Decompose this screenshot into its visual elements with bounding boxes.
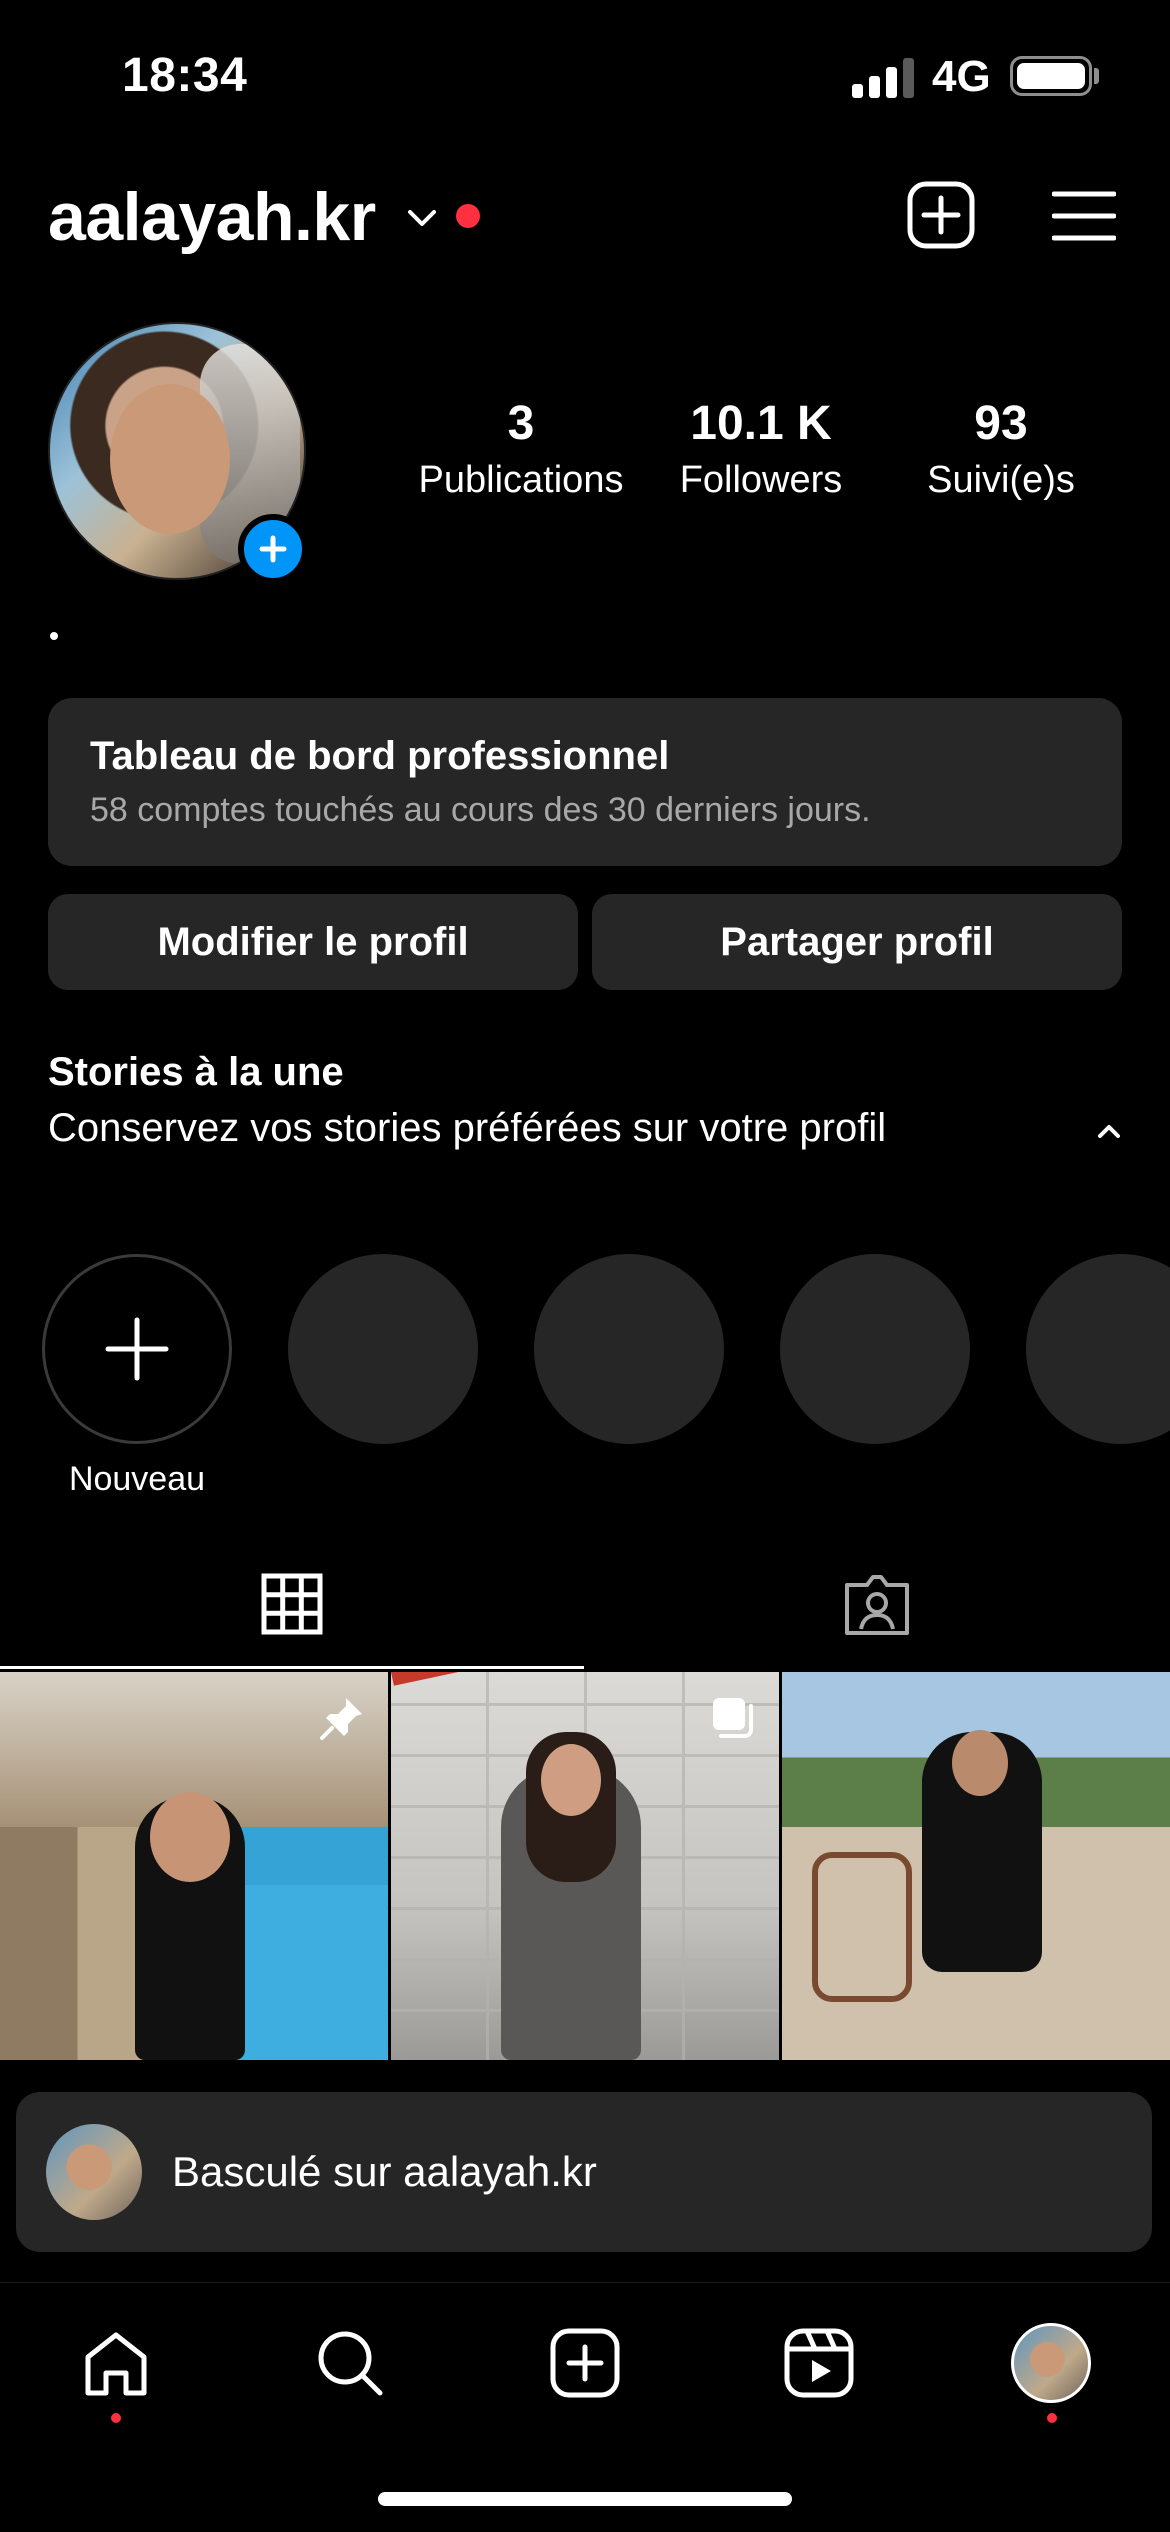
highlight-placeholder [288,1254,478,1444]
menu-icon[interactable] [1052,190,1116,242]
signal-icon [852,58,914,98]
active-tab-indicator [0,1666,584,1669]
share-profile-button[interactable]: Partager profil [592,894,1122,990]
network-type: 4G [932,52,991,101]
tagged-icon [845,1575,909,1635]
carousel-icon [713,1698,753,1738]
stat-label: Followers [679,459,843,501]
dashboard-title: Tableau de bord professionnel [90,734,670,778]
professional-dashboard[interactable]: Tableau de bord professionnel 58 comptes… [48,698,1122,866]
new-highlight-label: Nouveau [68,1460,206,1498]
toast-avatar [46,2124,142,2220]
home-indicator[interactable] [378,2492,792,2506]
nav-home[interactable] [76,2323,156,2403]
edit-profile-button[interactable]: Modifier le profil [48,894,578,990]
stat-value: 10.1 K [690,397,832,450]
nav-profile-dot [1047,2413,1057,2423]
tab-tagged[interactable] [584,1540,1170,1668]
stat-value: 3 [507,397,535,450]
nav-create[interactable] [545,2323,625,2403]
pinned-icon [320,1698,362,1740]
grid-icon [261,1573,323,1635]
dashboard-subtitle: 58 comptes touchés au cours des 30 derni… [90,791,871,829]
post-thumbnail[interactable] [782,1672,1170,2060]
new-highlight-button[interactable] [42,1254,232,1444]
account-switch-toast: Basculé sur aalayah.kr [16,2092,1152,2252]
notification-dot [456,204,480,228]
home-icon [85,2332,147,2396]
highlights-title: Stories à la une [48,1050,344,1094]
add-story-plus-icon[interactable] [238,514,308,584]
highlight-placeholder [534,1254,724,1444]
toast-text: Basculé sur aalayah.kr [172,2148,597,2195]
plus-icon [105,1317,169,1381]
stat-publications[interactable]: 3 Publications [401,396,641,502]
search-icon [318,2331,383,2396]
tab-posts-grid[interactable] [0,1540,584,1668]
highlight-placeholder [1026,1254,1170,1444]
nav-home-dot [111,2413,121,2423]
battery-icon [1010,56,1092,96]
battery-cap [1094,68,1099,84]
chevron-up-icon[interactable] [1092,1118,1126,1144]
nav-reels[interactable] [779,2323,859,2403]
highlights-subtitle: Conservez vos stories préférées sur votr… [48,1106,887,1150]
reels-icon [784,2328,854,2398]
post-thumbnail[interactable] [0,1672,388,2060]
create-icon [550,2328,620,2398]
status-time: 18:34 [122,49,248,102]
add-content-icon[interactable] [906,180,976,250]
nav-profile[interactable] [1011,2323,1091,2403]
stat-following[interactable]: 93 Suivi(e)s [881,396,1121,502]
stat-value: 93 [974,397,1028,450]
highlight-placeholder [780,1254,970,1444]
nav-search[interactable] [310,2323,390,2403]
chevron-down-icon[interactable] [404,200,440,236]
bio-text [50,632,58,640]
stat-label: Suivi(e)s [927,459,1075,501]
stat-label: Publications [418,459,624,501]
account-username[interactable]: aalayah.kr [48,178,376,256]
profile-avatar [1011,2323,1091,2403]
post-thumbnail[interactable] [391,1672,779,2060]
stat-followers[interactable]: 10.1 K Followers [641,396,881,502]
